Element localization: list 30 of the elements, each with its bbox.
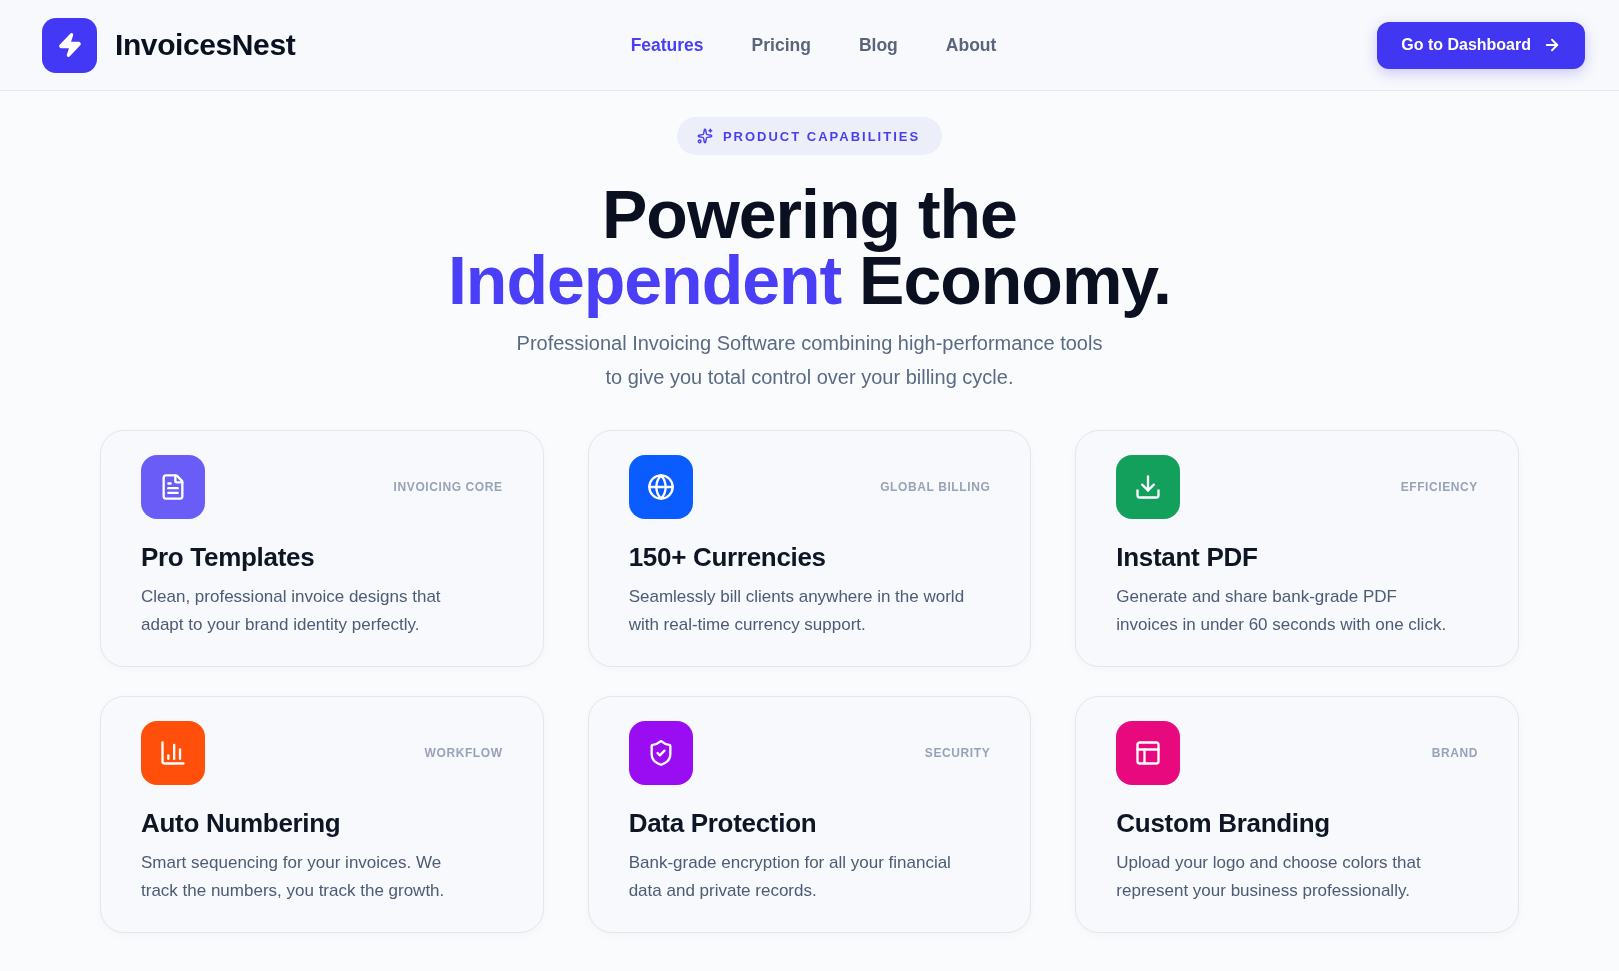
hero-subtitle: Professional Invoicing Software combining high-performance tools to give you total control over your billing cycle.	[516, 331, 1103, 390]
feature-title: Instant PDF	[1116, 541, 1259, 573]
feature-description: Upload your logo and choose colors that represent your business professionally.	[1116, 852, 1422, 902]
feature-description: Bank-grade encryption for all your financial data and private records.	[628, 852, 952, 902]
category-label: EFFICIENCY	[1400, 480, 1478, 494]
brand-name: InvoicesNest	[115, 28, 296, 62]
category-label: SECURITY	[924, 746, 991, 760]
sparkle-icon	[696, 128, 713, 144]
category-label: WORKFLOW	[424, 746, 503, 760]
nav-link[interactable]: Blog	[858, 34, 898, 56]
feature-description: Clean, professional invoice designs that adapt to your brand identity perfectly.	[141, 586, 442, 636]
lightning-bolt-icon	[42, 17, 97, 73]
hero-title: Powering the Independent Economy.	[446, 175, 1172, 320]
feature-title: Auto Numbering	[141, 807, 342, 839]
dashboard-button[interactable]: Go to Dashboard	[1377, 21, 1585, 69]
nav-link[interactable]: Pricing	[751, 34, 811, 56]
feature-title: Data Protection	[628, 807, 818, 839]
feature-title: 150+ Currencies	[628, 541, 827, 573]
category-label: BRAND	[1431, 746, 1478, 760]
arrow-right-icon	[1543, 36, 1561, 54]
feature-description: Generate and share bank-grade PDF invoices in under 60 seconds with one click.	[1116, 586, 1448, 636]
section-badge: PRODUCT CAPABILITIES	[676, 117, 943, 155]
nav-link[interactable]: Features	[630, 34, 704, 56]
category-label: INVOICING CORE	[393, 480, 503, 494]
feature-title: Pro Templates	[141, 541, 316, 573]
category-label: GLOBAL BILLING	[880, 480, 991, 494]
feature-description: Smart sequencing for your invoices. We track the numbers, you track the growth.	[141, 852, 446, 902]
feature-title: Custom Branding	[1116, 807, 1331, 839]
nav-link[interactable]: About	[945, 34, 997, 56]
feature-description: Seamlessly bill clients anywhere in the world with real-time currency support.	[628, 586, 966, 636]
